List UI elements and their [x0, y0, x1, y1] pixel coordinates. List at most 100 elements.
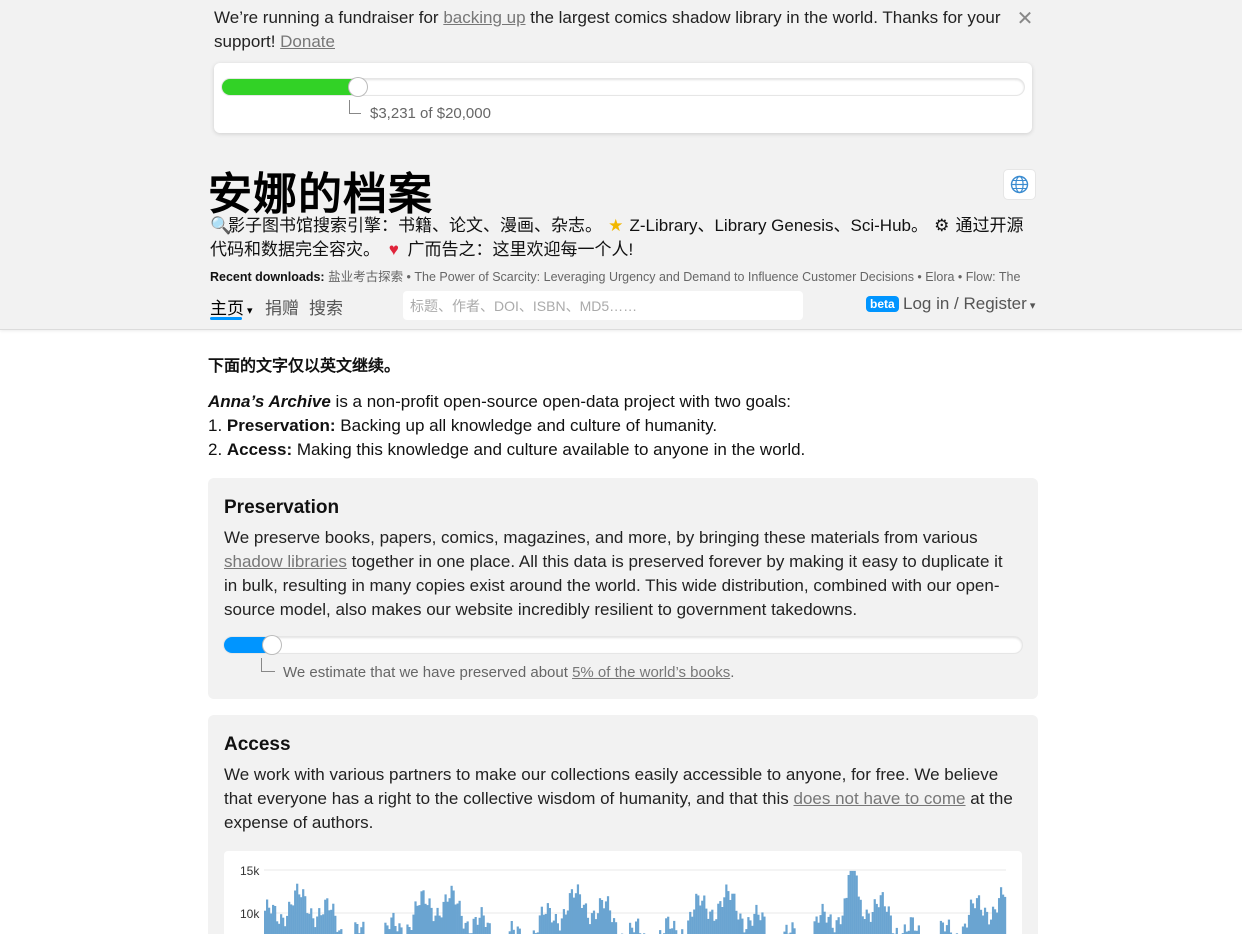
- chart-bar: [392, 912, 395, 934]
- chart-bar: [286, 915, 289, 934]
- chart-bar: [582, 904, 586, 934]
- chart-bar: [721, 907, 724, 934]
- estimate-end: .: [730, 664, 735, 681]
- preservation-progress-knob: [263, 636, 281, 654]
- progress-connector: [261, 658, 275, 672]
- chart-bar: [554, 914, 557, 934]
- chart-bar: [827, 916, 830, 934]
- worlds-books-link[interactable]: 5% of the world’s books: [572, 664, 730, 681]
- preservation-text-1: We preserve books, papers, comics, magaz…: [224, 528, 978, 547]
- chart-bar: [330, 909, 333, 934]
- chart-bar: [979, 909, 983, 934]
- chart-bar: [997, 898, 1001, 934]
- magnifier-icon: 🔍: [210, 216, 232, 235]
- chart-bar: [328, 910, 331, 934]
- downloads-chart-svg: 15k 10k: [240, 864, 1007, 934]
- chart-bar: [917, 925, 920, 934]
- star-icon: ★: [608, 216, 624, 235]
- chart-bar: [1003, 896, 1007, 934]
- chart-bar: [971, 903, 975, 934]
- chart-bar: [995, 912, 999, 934]
- preservation-text: We preserve books, papers, comics, magaz…: [224, 526, 1019, 622]
- chart-bar: [691, 916, 694, 934]
- chart-bar: [454, 904, 457, 934]
- nav-search[interactable]: 搜索: [309, 294, 343, 319]
- login-register-label: Log in / Register: [903, 294, 1027, 313]
- chart-bar: [861, 916, 864, 934]
- chart-bar: [474, 917, 477, 934]
- language-button[interactable]: [1004, 170, 1035, 199]
- shadow-libraries-link[interactable]: shadow libraries: [224, 552, 347, 571]
- fundraiser-progress-card: $3,231 of $20,000: [214, 63, 1032, 133]
- preservation-estimate: We estimate that we have preserved about…: [283, 664, 734, 681]
- chart-bar: [761, 912, 764, 934]
- chart-bar: [448, 898, 451, 934]
- close-icon[interactable]: ✕: [1016, 9, 1034, 29]
- chart-bar: [438, 915, 441, 934]
- chart-bar: [989, 919, 993, 934]
- chart-bar: [635, 921, 638, 934]
- chevron-down-icon: ▾: [1026, 300, 1036, 312]
- chart-bar: [304, 896, 307, 934]
- chart-bar: [983, 907, 987, 934]
- recent-downloads-items[interactable]: 盐业考古探索 • The Power of Scarcity: Leveragi…: [328, 270, 1020, 284]
- chart-bar: [885, 911, 888, 934]
- intro-name: Anna’s Archive: [208, 392, 331, 411]
- site-title[interactable]: 安娜的档案: [208, 158, 433, 222]
- nav-donate[interactable]: 捐赠: [265, 294, 299, 319]
- chart-bar: [735, 910, 738, 934]
- chart-bar: [588, 924, 592, 934]
- nav-home[interactable]: 主页 ▾: [210, 294, 253, 320]
- chart-bar: [739, 913, 742, 934]
- chart-bar: [298, 894, 301, 934]
- chart-bar: [482, 915, 485, 934]
- chart-bar: [472, 918, 475, 934]
- preservation-heading: Preservation: [224, 497, 340, 518]
- chart-bar: [558, 930, 561, 934]
- donate-link[interactable]: Donate: [280, 32, 335, 51]
- does-not-have-to-come-link[interactable]: does not have to come: [794, 789, 966, 808]
- chart-bar: [284, 926, 287, 934]
- chart-bar: [488, 923, 491, 934]
- chart-bar: [274, 906, 277, 934]
- chart-bar: [763, 916, 766, 934]
- chart-bar: [747, 917, 750, 934]
- chart-bar: [941, 922, 945, 934]
- chart-bar: [829, 914, 832, 934]
- chart-bar: [985, 911, 989, 934]
- chart-bar: [669, 928, 672, 934]
- english-only-note: 下面的文字仅以英文继续。: [208, 358, 401, 375]
- goal-2-title: Access:: [226, 440, 293, 459]
- chart-bar: [851, 870, 854, 934]
- chart-bar: [606, 896, 610, 934]
- chart-bar: [538, 915, 541, 934]
- chart-bar: [414, 901, 417, 934]
- chart-bar: [695, 893, 698, 934]
- chart-bar: [434, 915, 437, 934]
- chart-bar: [614, 922, 618, 934]
- chart-bar: [312, 918, 315, 934]
- chart-bar: [831, 927, 834, 934]
- login-register-button[interactable]: Log in / Register ▾: [903, 294, 1035, 314]
- search-input[interactable]: [403, 291, 803, 320]
- fundraiser-progress-knob: [349, 78, 367, 96]
- chart-bar: [576, 884, 580, 934]
- backing-up-link[interactable]: backing up: [443, 8, 525, 27]
- fundraiser-text: We’re running a fundraiser for: [214, 8, 444, 27]
- chart-bar: [745, 929, 748, 934]
- chart-bar: [871, 912, 874, 934]
- fundraiser-progress-track: [222, 78, 1024, 96]
- chart-bar: [450, 885, 453, 934]
- chart-bar: [510, 921, 513, 934]
- chart-bar: [687, 920, 690, 934]
- chart-bar: [316, 916, 319, 934]
- chart-bar: [462, 928, 465, 934]
- chart-bar: [610, 922, 614, 934]
- chart-bar: [713, 920, 716, 934]
- chart-bar: [484, 927, 487, 934]
- chart-bar: [757, 914, 760, 934]
- chart-bar: [873, 899, 876, 934]
- chart-bar: [855, 875, 858, 934]
- chart-bar: [887, 906, 890, 934]
- chart-bar: [546, 903, 549, 934]
